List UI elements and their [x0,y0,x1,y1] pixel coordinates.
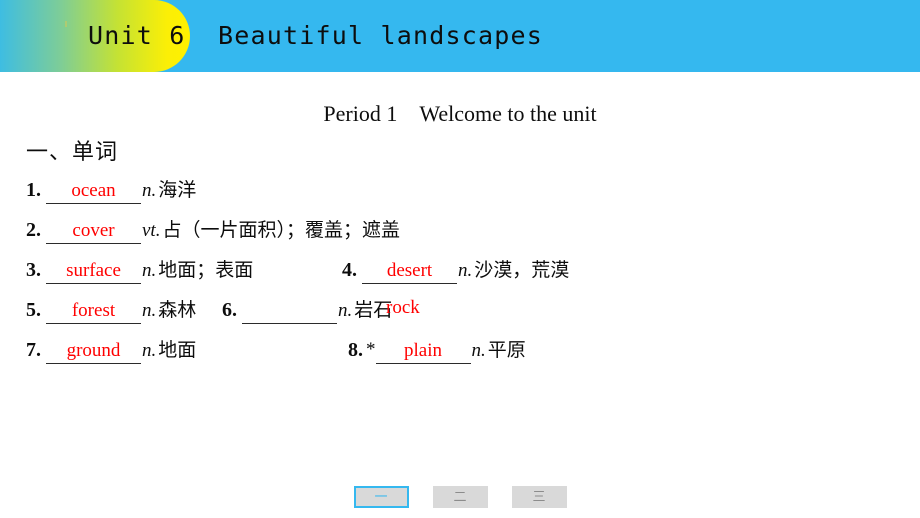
chinese-meaning: 地面；表面 [158,260,254,281]
answer-blank-1[interactable]: ocean [46,178,141,204]
answer-text: desert [386,260,433,281]
answer-blank-6[interactable] [242,298,337,324]
answer-text: ocean [71,180,116,201]
chinese-meaning: 沙漠，荒漠 [474,260,570,281]
list-item-4: 4. desert n. 沙漠，荒漠 [342,250,569,284]
pager-button-3[interactable]: 三 [511,486,567,508]
item-number: 2. [26,219,41,241]
answer-blank-4[interactable]: desert [362,258,457,284]
part-of-speech: n. [458,260,473,281]
answer-text: forest [71,300,116,321]
slide-header: Unit 6 Beautiful landscapes [0,0,920,72]
list-item-8: 8. * plain n. 平原 [348,330,526,364]
vocabulary-list: 1. ocean n. 海洋 2. cover vt. 占（一片面积）；覆盖；遮… [0,170,920,370]
list-item-3: 3. surface n. 地面；表面 [26,250,253,284]
chinese-meaning: 海洋 [158,180,197,201]
item-number: 7. [26,339,41,361]
item-number: 1. [26,179,41,201]
pagination-bar: 一 二 三 [0,486,920,508]
chinese-meaning: 占（一片面积）；覆盖；遮盖 [162,220,400,241]
item-number: 4. [342,259,357,281]
part-of-speech: n. [471,340,486,361]
part-of-speech: n. [142,180,157,201]
pager-button-1[interactable]: 一 [353,486,409,508]
item-number: 5. [26,299,41,321]
list-item-2: 2. cover vt. 占（一片面积）；覆盖；遮盖 [26,210,400,244]
answer-blank-5[interactable]: forest [46,298,141,324]
chinese-meaning: 森林 [158,300,197,321]
table-row: 5. forest n. 森林 6. n. 岩石 rock [0,290,920,330]
part-of-speech: vt. [142,220,161,241]
list-item-5: 5. forest n. 森林 [26,290,196,324]
table-row: 7. ground n. 地面 8. * plain n. 平原 [0,330,920,370]
item-number: 8. [348,339,363,361]
list-item-7: 7. ground n. 地面 [26,330,196,364]
answer-text: surface [66,260,121,281]
chinese-meaning: 地面 [158,340,197,361]
item-number: 3. [26,259,41,281]
floating-answer-rock: rock [386,297,420,318]
section-heading-vocabulary: 一、单词 [26,139,119,164]
answer-blank-3[interactable]: surface [46,258,141,284]
answer-text: plain [404,340,442,361]
table-row: 1. ocean n. 海洋 [0,170,920,210]
answer-text: cover [72,220,115,241]
table-row: 2. cover vt. 占（一片面积）；覆盖；遮盖 [0,210,920,250]
part-of-speech: n. [142,260,157,281]
list-item-6: 6. n. 岩石 [222,290,392,324]
answer-blank-7[interactable]: ground [46,338,141,364]
item-star-marker: * [366,339,376,360]
item-number: 6. [222,299,237,321]
header-speck-mark [65,21,67,27]
part-of-speech: n. [142,300,157,321]
pager-button-2[interactable]: 二 [432,486,488,508]
part-of-speech: n. [338,300,353,321]
answer-blank-8[interactable]: plain [375,338,471,364]
answer-blank-2[interactable]: cover [46,218,141,244]
period-title: Period 1 Welcome to the unit [323,101,597,126]
part-of-speech: n. [142,340,157,361]
list-item-1: 1. ocean n. 海洋 [26,170,196,204]
chinese-meaning: 平原 [487,340,526,361]
table-row: 3. surface n. 地面；表面 4. desert n. 沙漠，荒漠 [0,250,920,290]
answer-text: ground [66,340,121,361]
page-title: Unit 6 Beautiful landscapes [88,21,544,50]
